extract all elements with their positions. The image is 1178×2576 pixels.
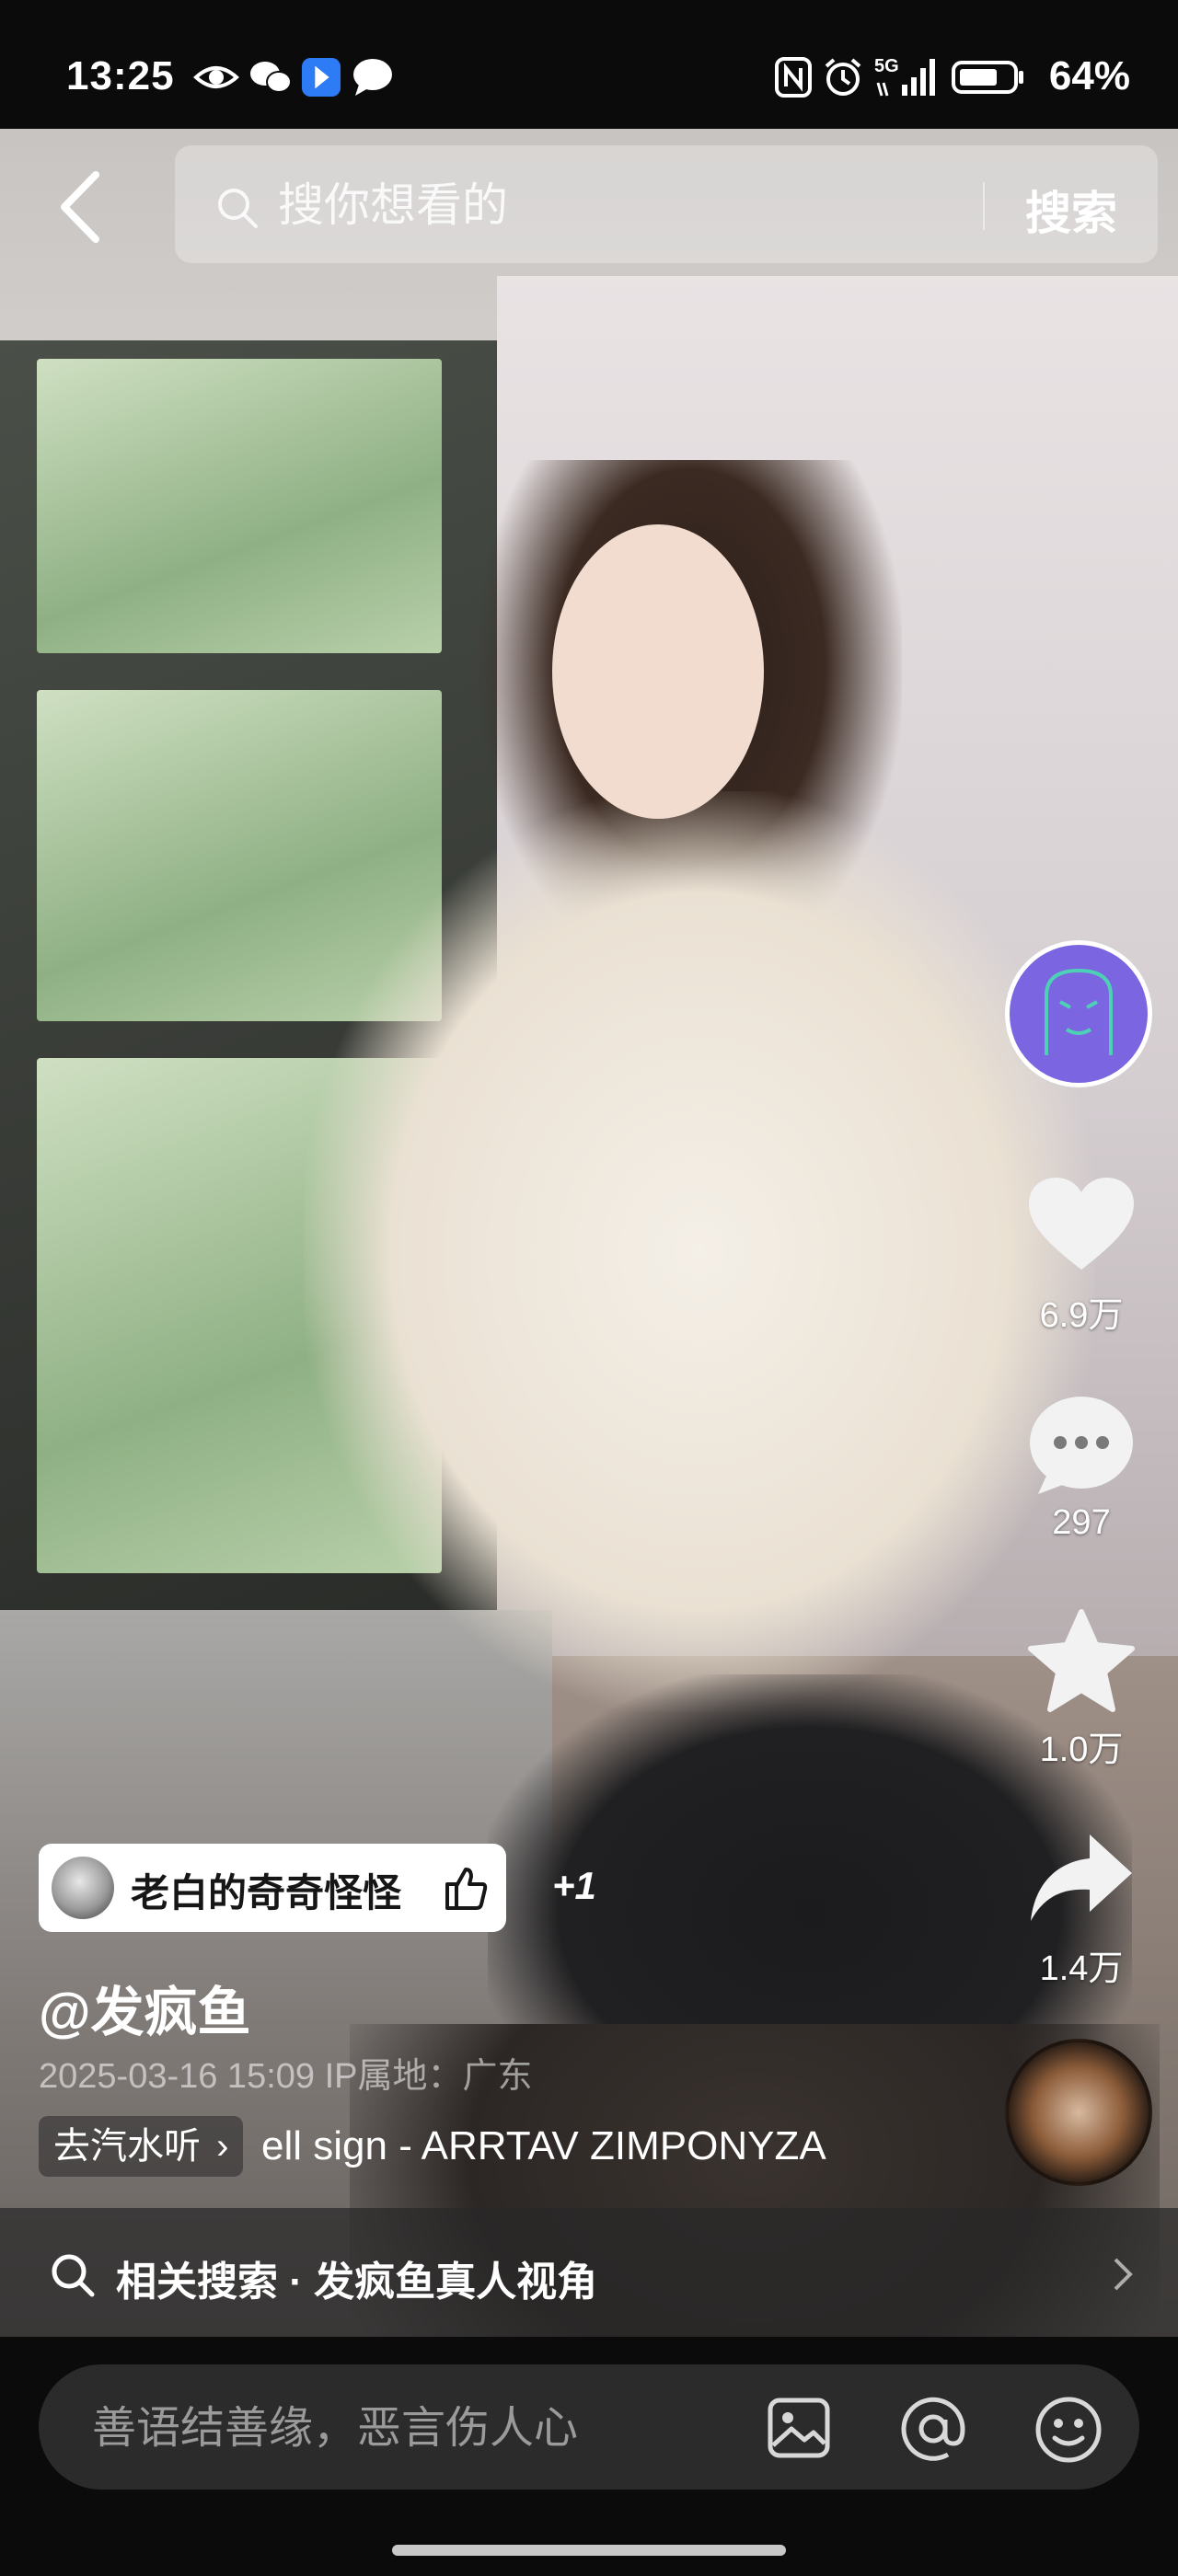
collab-avatar (52, 1857, 114, 1919)
emoji-icon[interactable] (1034, 2396, 1103, 2464)
collab-user-name: 老白的奇奇怪怪 (131, 1871, 402, 1915)
author-avatar[interactable] (1005, 940, 1152, 1087)
collab-more-count[interactable]: +1 (552, 1864, 596, 1908)
home-indicator[interactable] (392, 2545, 786, 2556)
nfc-icon (775, 57, 812, 98)
share-arrow-icon[interactable] (1027, 1831, 1136, 1926)
share-count: 1.4万 (1039, 1949, 1124, 1988)
thumbs-up-icon[interactable] (442, 1864, 490, 1912)
eye-icon (193, 66, 239, 88)
heart-icon[interactable] (1027, 1176, 1136, 1273)
battery-percent: 64% (1048, 53, 1130, 98)
search-button[interactable]: 搜索 (1025, 177, 1117, 243)
post-meta: 2025-03-16 15:09 IP属地：广东 (39, 2057, 533, 2096)
avatar-face-icon (1045, 968, 1113, 1055)
comment-bar (0, 2337, 1178, 2576)
favorite-star-icon[interactable] (1025, 1608, 1138, 1715)
alarm-icon (825, 58, 861, 96)
5g-signal-icon (876, 59, 935, 97)
related-search-bar[interactable]: 相关搜索 · 发疯鱼真人视角 (0, 2208, 1178, 2337)
music-disc[interactable] (1005, 2039, 1152, 2186)
music-name: ell sign - ARRTAV ZIMPONYZA (261, 2123, 826, 2168)
search-input[interactable] (276, 167, 1090, 243)
search-divider (983, 182, 985, 230)
related-search-text: 相关搜索 · 发疯鱼真人视角 (116, 2260, 598, 2305)
image-icon[interactable] (768, 2398, 830, 2458)
video-subject-body (304, 791, 1095, 1711)
author-handle[interactable]: @发疯鱼 (39, 1969, 251, 2046)
chevron-right-icon (1114, 2258, 1133, 2291)
wechat-icon (250, 62, 292, 93)
battery-icon (952, 61, 1023, 94)
favorite-count: 1.0万 (1039, 1731, 1124, 1769)
like-count: 6.9万 (1039, 1296, 1124, 1335)
app-badge-icon (301, 57, 341, 98)
message-bubble-icon (353, 59, 392, 96)
music-chip[interactable]: 去汽水听 › (39, 2116, 244, 2177)
comment-input[interactable] (90, 2392, 756, 2464)
chevron-right-icon: › (216, 2126, 229, 2167)
back-arrow-icon[interactable] (48, 166, 112, 248)
comment-icon[interactable] (1027, 1395, 1136, 1496)
comment-box[interactable] (39, 2364, 1139, 2490)
search-icon (52, 2254, 95, 2297)
music-chip-label: 去汽水听 (53, 2126, 201, 2167)
mention-at-icon[interactable] (900, 2396, 966, 2462)
collab-user-chip[interactable]: 老白的奇奇怪怪 (39, 1844, 506, 1932)
status-time: 13:25 (66, 53, 175, 98)
search-bar[interactable]: 搜索 (175, 145, 1158, 263)
comment-count: 297 (1052, 1503, 1111, 1542)
video-subject-face (552, 524, 764, 819)
search-icon (218, 189, 258, 228)
status-bar: 13:25 5G 64% (0, 0, 1178, 129)
